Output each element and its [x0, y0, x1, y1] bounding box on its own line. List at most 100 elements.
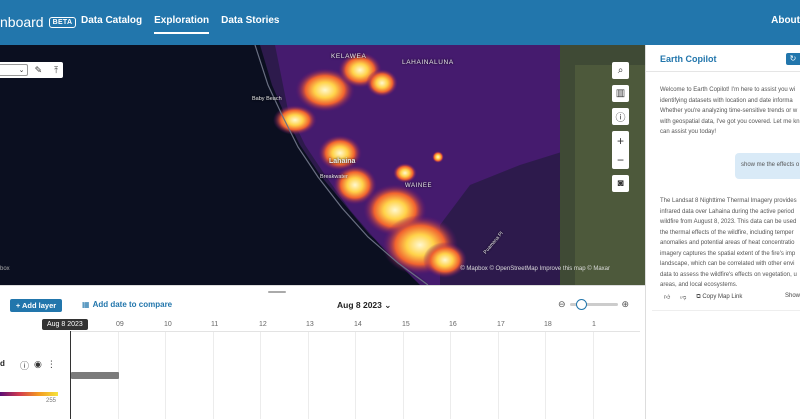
eye-icon[interactable]: ◉	[34, 359, 42, 372]
grid-line	[498, 332, 499, 419]
copilot-intro-line: Whether you're analyzing time-sensitive …	[660, 108, 798, 114]
copilot-response-line: landscape, which can be correlated with …	[660, 261, 795, 267]
tick-label: 11	[211, 321, 219, 328]
tick-label: 10	[164, 321, 172, 328]
refresh-icon[interactable]: ↻	[786, 53, 800, 65]
tick-label: 1	[592, 321, 596, 328]
timeline-panel: + Add layer ▦ Add date to compare Aug 8 …	[0, 285, 645, 419]
tick-label: 14	[354, 321, 362, 328]
tick-label: 17	[497, 321, 505, 328]
nav-about[interactable]: About	[771, 15, 800, 26]
zoom-out-icon[interactable]: −	[617, 153, 624, 167]
map-attribution[interactable]: © Mapbox © OpenStreetMap Improve this ma…	[460, 266, 610, 272]
add-layer-button[interactable]: + Add layer	[10, 299, 62, 312]
tick-label: 16	[449, 321, 457, 328]
info-icon[interactable]: ⓘ	[612, 108, 629, 125]
grid-line	[545, 332, 546, 419]
beta-badge: BETA	[48, 16, 77, 28]
map-label-breakwater: Breakwater	[320, 174, 348, 180]
copilot-response-line: anomalies and potential areas of heat co…	[660, 240, 795, 246]
map-view[interactable]: KELAWEA LAHAINALUNA Baby Beach Lahaina B…	[0, 45, 645, 285]
mapbox-logo[interactable]: box	[0, 266, 10, 272]
timeline-ruler[interactable]: 09 10 11 12 13 14 15 16 17 18 1	[70, 319, 640, 332]
grid-line	[593, 332, 594, 419]
map-label-lahaina: Lahaina	[329, 158, 356, 165]
panel-resize-handle[interactable]	[268, 291, 286, 293]
copilot-intro-line: can assist you today!	[660, 129, 717, 135]
map-label-baby-beach: Baby Beach	[252, 96, 282, 102]
grid-line	[450, 332, 451, 419]
tick-label: 12	[259, 321, 267, 328]
copilot-header: Earth Copilot ↻	[646, 45, 800, 72]
layer-actions: ⓘ ◉ ⋮	[20, 359, 56, 372]
zoom-in-icon[interactable]: +	[617, 134, 624, 148]
copilot-response-line: infrared data over Lahaina during the ac…	[660, 208, 795, 215]
nav-data-catalog[interactable]: Data Catalog	[81, 15, 142, 34]
layer-title: d	[0, 359, 5, 368]
map-label-wainee: WAINEE	[405, 183, 433, 189]
grid-line	[165, 332, 166, 419]
drawing-toolbar: ⌄ ✎ ⤒	[0, 62, 63, 78]
user-message-bubble: show me the effects o	[735, 153, 800, 179]
copy-map-link-label: Copy Map Link	[702, 293, 743, 300]
copilot-intro-line: Welcome to Earth Copilot! I'm here to as…	[660, 87, 796, 93]
selected-date-dropdown[interactable]: Aug 8 2023 ⌄	[337, 300, 391, 311]
copilot-response-line: wildfire from August 8, 2023. This data …	[660, 219, 797, 225]
search-icon[interactable]: ⌕	[612, 62, 629, 79]
chevron-down-icon: ⌄	[384, 300, 392, 310]
grid-line	[213, 332, 214, 419]
grid-line	[308, 332, 309, 419]
calendar-plus-icon: ▦	[82, 300, 90, 309]
add-date-label: Add date to compare	[92, 300, 173, 309]
copilot-response-line: the thermal effects of the wildfire, inc…	[660, 229, 794, 236]
thumbs-down-icon[interactable]: 👎︎	[680, 293, 686, 301]
copilot-response-line: data to assess the wildfire's effects on…	[660, 271, 797, 278]
brand-name: nboard	[0, 14, 44, 30]
legend-max-value: 255	[46, 398, 57, 404]
copilot-response-line: areas, and local ecosystems.	[660, 282, 738, 288]
show-button[interactable]: Show	[785, 293, 800, 299]
map-label-kelawea: KELAWEA	[331, 53, 367, 60]
add-date-compare-button[interactable]: ▦ Add date to compare	[82, 300, 172, 309]
map-layers-icon[interactable]: ▥	[612, 85, 629, 102]
copy-map-link-button[interactable]: ⧉ Copy Map Link	[696, 294, 742, 301]
zoom-out-magnifier-icon[interactable]: ⊖	[558, 299, 566, 310]
copilot-response-line: The Landsat 8 Nighttime Thermal Imagery …	[660, 198, 797, 204]
map-label-lahainaluna: LAHAINALUNA	[402, 59, 454, 66]
selected-date-label: Aug 8 2023	[337, 300, 382, 310]
thermal-imagery-layer	[254, 45, 645, 285]
grid-line	[403, 332, 404, 419]
robot-icon[interactable]: ◙	[612, 175, 629, 192]
dashboard-brand[interactable]: nboard BETA	[0, 14, 77, 30]
thumbs-up-icon[interactable]: 👍︎	[664, 293, 670, 301]
timeline-zoom: ⊖ ⊕	[558, 299, 629, 310]
more-options-icon[interactable]: ⋮	[47, 359, 56, 372]
nav-exploration[interactable]: Exploration	[154, 15, 210, 34]
divider	[652, 310, 800, 311]
layer-date-range-bar[interactable]	[71, 372, 119, 379]
tick-label: 18	[544, 321, 552, 328]
nav-data-stories[interactable]: Data Stories	[221, 15, 279, 34]
zoom-in-magnifier-icon[interactable]: ⊕	[622, 299, 630, 310]
zoom-slider-knob[interactable]	[576, 299, 588, 310]
response-actions: 👍︎ 👎︎ ⧉ Copy Map Link	[664, 293, 742, 302]
layer-legend-gradient	[0, 392, 58, 396]
tick-label: 09	[116, 321, 124, 328]
copilot-intro-line: identifying datasets with location and d…	[660, 97, 793, 104]
copilot-response-line: imagery captures the spatial extent of t…	[660, 250, 796, 257]
copilot-intro-line: with geospatial data, I've got you cover…	[660, 118, 800, 125]
pencil-icon[interactable]: ✎	[32, 65, 46, 76]
copilot-title: Earth Copilot	[660, 54, 717, 64]
earth-copilot-panel: Earth Copilot ↻ Welcome to Earth Copilot…	[645, 45, 800, 419]
zoom-controls: + −	[612, 131, 629, 169]
timeline-zoom-slider[interactable]	[569, 299, 618, 310]
upload-icon[interactable]: ⤒	[49, 65, 63, 76]
tick-label: 13	[306, 321, 314, 328]
layer-card[interactable]: d ⓘ ◉ ⋮ 255	[0, 348, 62, 408]
info-icon[interactable]: ⓘ	[20, 359, 29, 372]
main-nav: Data Catalog Exploration Data Stories	[81, 15, 280, 34]
tick-label: 15	[402, 321, 410, 328]
timeline-date-badge: Aug 8 2023	[42, 319, 88, 330]
grid-line	[355, 332, 356, 419]
draw-mode-select[interactable]: ⌄	[0, 64, 28, 76]
